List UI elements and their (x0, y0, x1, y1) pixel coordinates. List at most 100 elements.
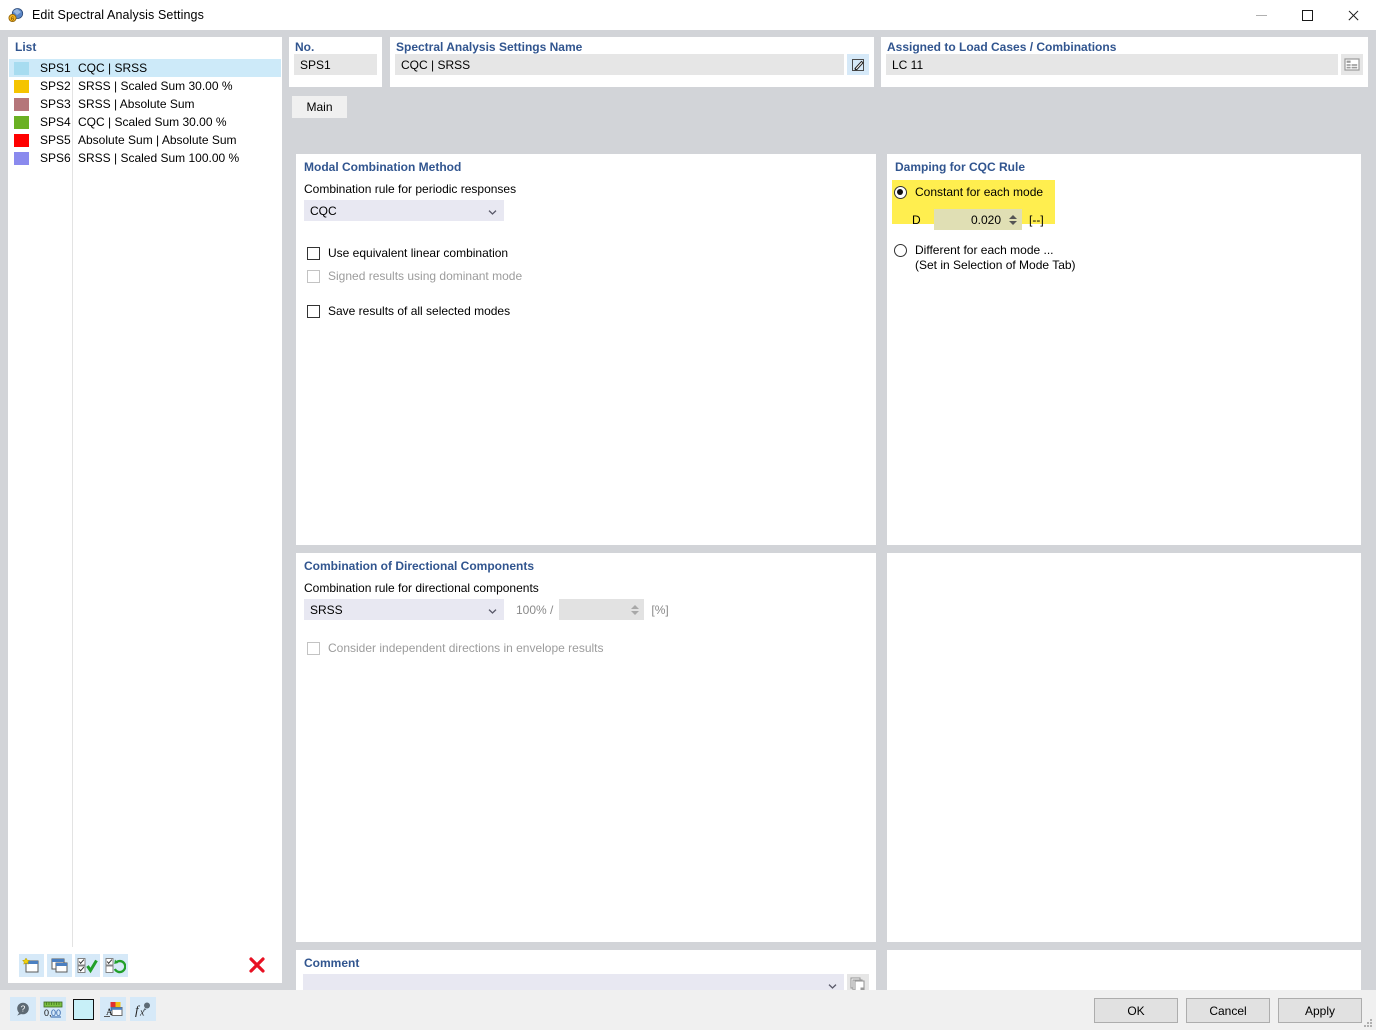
name-label: Spectral Analysis Settings Name (396, 40, 583, 54)
damping-different-radio[interactable]: Different for each mode ... (Set in Sele… (894, 243, 1076, 273)
svg-text:A: A (106, 1007, 113, 1017)
list-item-label: SRSS | Scaled Sum 100.00 % (78, 151, 240, 165)
list-item-id: SPS5 (40, 133, 71, 147)
name-input[interactable]: CQC | SRSS (395, 54, 844, 75)
radio-label: Constant for each mode (915, 185, 1044, 199)
tab-main[interactable]: Main (292, 96, 347, 118)
list-item[interactable]: SPS1 CQC | SRSS (9, 59, 281, 77)
edit-pencil-icon[interactable] (847, 54, 869, 75)
svg-text:6: 6 (11, 16, 14, 22)
signed-results-dominant-mode-checkbox: Signed results using dominant mode (296, 260, 876, 283)
periodic-rule-label: Combination rule for periodic responses (304, 182, 517, 196)
assigned-input[interactable]: LC 11 (886, 54, 1338, 75)
damping-panel: Damping for CQC Rule Constant for each m… (887, 154, 1361, 545)
radio-sublabel: (Set in Selection of Mode Tab) (915, 258, 1076, 272)
color-swatch (14, 79, 29, 93)
use-equivalent-linear-combination-checkbox[interactable]: Use equivalent linear combination (296, 221, 876, 260)
list-item-id: SPS1 (40, 61, 71, 75)
spinner-arrows-icon[interactable] (1008, 214, 1018, 225)
close-button[interactable] (1330, 0, 1376, 30)
list-item-label: CQC | SRSS (78, 61, 148, 75)
radio-button (894, 244, 907, 257)
modal-combination-panel: Modal Combination Method Combination rul… (296, 154, 876, 545)
list-item[interactable]: SPS3 SRSS | Absolute Sum (9, 95, 281, 113)
directional-rule-combo[interactable]: SRSS (304, 599, 504, 620)
list-panel: List SPS1 CQC | SRSS SPS2 SRSS | Scaled … (8, 37, 282, 983)
display-properties-icon[interactable]: A (100, 997, 126, 1021)
minimize-button[interactable] (1238, 0, 1284, 30)
damping-d-label: D (912, 212, 921, 227)
color-swatch (14, 115, 29, 129)
comment-title: Comment (304, 956, 360, 970)
settings-list[interactable]: SPS1 CQC | SRSS SPS2 SRSS | Scaled Sum 3… (9, 59, 281, 947)
new-item-button[interactable] (19, 953, 44, 977)
checkbox-label: Save results of all selected modes (328, 304, 511, 318)
radio-label: Different for each mode ... (915, 243, 1054, 257)
directional-ratio-input (559, 599, 645, 620)
name-field-group: Spectral Analysis Settings Name CQC | SR… (390, 37, 874, 87)
window-title: Edit Spectral Analysis Settings (32, 8, 204, 22)
list-item-label: Absolute Sum | Absolute Sum (78, 133, 237, 147)
ok-button[interactable]: OK (1094, 998, 1178, 1023)
help-icon[interactable]: ? (10, 997, 36, 1021)
checkbox-box (307, 641, 320, 655)
list-item-id: SPS2 (40, 79, 71, 93)
formula-icon[interactable]: f x (130, 997, 156, 1021)
tab-strip: Main (289, 93, 1368, 118)
radio-button (894, 185, 907, 199)
svg-text:?: ? (20, 1003, 25, 1013)
checkbox-label: Signed results using dominant mode (328, 269, 523, 283)
list-toolbar (9, 948, 281, 982)
assigned-label: Assigned to Load Cases / Combinations (887, 40, 1117, 54)
number-input[interactable]: SPS1 (294, 54, 377, 75)
list-item-id: SPS4 (40, 115, 71, 129)
title-bar: 6 Edit Spectral Analysis Settings (0, 0, 1376, 30)
damping-d-input[interactable]: 0.020 (934, 209, 1022, 230)
checkbox-label: Consider independent directions in envel… (328, 641, 604, 655)
checkbox-label: Use equivalent linear combination (328, 246, 509, 260)
color-swatch (14, 151, 29, 165)
list-item[interactable]: SPS6 SRSS | Scaled Sum 100.00 % (9, 149, 281, 167)
periodic-rule-combo[interactable]: CQC (304, 200, 504, 221)
chevron-down-icon (488, 604, 497, 614)
list-item-id: SPS6 (40, 151, 71, 165)
checkbox-box (307, 269, 320, 283)
damping-value-row: D 0.020 [--] (912, 209, 1044, 230)
resize-grip[interactable] (1361, 1016, 1373, 1028)
load-case-table-icon[interactable] (1341, 54, 1363, 75)
delete-item-button[interactable] (244, 954, 269, 977)
list-item[interactable]: SPS4 CQC | Scaled Sum 30.00 % (9, 113, 281, 131)
directional-title: Combination of Directional Components (304, 559, 534, 573)
empty-panel (887, 553, 1361, 942)
list-item[interactable]: SPS5 Absolute Sum | Absolute Sum (9, 131, 281, 149)
color-swatch (14, 61, 29, 75)
copy-item-button[interactable] (47, 953, 72, 977)
invert-selection-button[interactable] (103, 953, 128, 977)
save-results-all-modes-checkbox[interactable]: Save results of all selected modes (296, 283, 876, 318)
dialog-body: List SPS1 CQC | SRSS SPS2 SRSS | Scaled … (0, 30, 1376, 1004)
color-swatch-icon[interactable] (70, 997, 96, 1021)
directional-rule-label: Combination rule for directional compone… (304, 581, 539, 595)
list-item-label: SRSS | Scaled Sum 30.00 % (78, 79, 233, 93)
assigned-loadcases-group: Assigned to Load Cases / Combinations LC… (881, 37, 1368, 87)
window-controls (1238, 0, 1376, 30)
list-item-label: CQC | Scaled Sum 30.00 % (78, 115, 227, 129)
damping-d-unit: [--] (1029, 212, 1044, 227)
maximize-button[interactable] (1284, 0, 1330, 30)
apply-button[interactable]: Apply (1278, 998, 1362, 1023)
spectral-analysis-icon: 6 (8, 7, 24, 23)
footer-icon-group: ? 0, 00 A f x (10, 997, 156, 1021)
select-all-button[interactable] (75, 953, 100, 977)
units-icon[interactable]: 0, 00 (40, 997, 66, 1021)
damping-constant-radio[interactable]: Constant for each mode (894, 185, 1043, 199)
damping-d-value: 0.020 (970, 212, 1001, 227)
checkbox-box (307, 246, 320, 260)
spinner-arrows-icon (630, 604, 640, 615)
directional-components-panel: Combination of Directional Components Co… (296, 553, 876, 942)
checkbox-box (307, 304, 320, 318)
color-swatch (14, 133, 29, 147)
chevron-down-icon (828, 979, 837, 989)
list-item[interactable]: SPS2 SRSS | Scaled Sum 30.00 % (9, 77, 281, 95)
list-header: List (15, 40, 37, 54)
cancel-button[interactable]: Cancel (1186, 998, 1270, 1023)
